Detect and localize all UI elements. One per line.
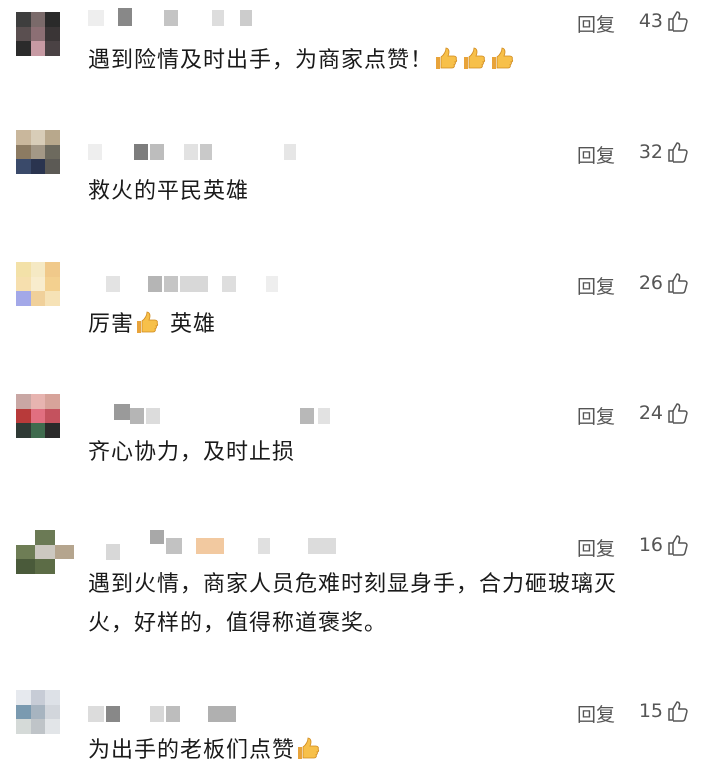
like-count: 24 (638, 402, 663, 424)
comment-text: 厉害 英雄 (88, 310, 217, 337)
comment-text: 救火的平民英雄 (88, 179, 250, 204)
thumbs-up-emoji-icon (461, 46, 487, 72)
thumbs-up-emoji-icon (134, 310, 160, 336)
comment-text: 遇到火情，商家人员危难时刻显身手，合力砸玻璃灭 火，好样的，值得称道褒奖。 (88, 572, 618, 636)
like-count: 43 (638, 10, 663, 32)
thumbs-up-outline-icon (667, 700, 689, 722)
thumbs-up-emoji-icon (433, 46, 459, 72)
thumbs-up-outline-icon (667, 272, 689, 294)
comment-text: 齐心协力，及时止损 (88, 440, 296, 465)
comment-5: 回复 16 遇到火情，商家人员危难时刻显身手，合力砸玻璃灭 火，好样的，值得称道… (0, 520, 719, 682)
like-button[interactable]: 26 (639, 272, 689, 294)
avatar[interactable] (16, 262, 60, 306)
avatar[interactable] (16, 530, 74, 574)
comment-2: 回复 32 救火的平民英雄 (0, 130, 719, 258)
avatar[interactable] (16, 690, 60, 734)
thumbs-up-outline-icon (667, 534, 689, 556)
reply-button[interactable]: 回复 (577, 534, 615, 561)
like-count: 32 (638, 141, 663, 163)
reply-button[interactable]: 回复 (577, 700, 615, 727)
like-button[interactable]: 24 (639, 402, 689, 424)
like-button[interactable]: 32 (639, 141, 689, 163)
avatar[interactable] (16, 394, 60, 438)
avatar[interactable] (16, 130, 60, 174)
comment-text: 遇到险情及时出手，为商家点赞！ (88, 44, 678, 77)
reply-button[interactable]: 回复 (577, 272, 615, 299)
thumbs-up-emoji-icon (489, 46, 515, 72)
like-button[interactable]: 15 (639, 700, 689, 722)
reply-button[interactable]: 回复 (577, 141, 615, 168)
like-button[interactable]: 16 (639, 534, 689, 556)
thumbs-up-emoji-icon (295, 736, 321, 762)
like-count: 16 (638, 534, 663, 556)
comment-6: 回复 15 为出手的老板们点赞 (0, 682, 719, 783)
comment-1: 回复 43 遇到险情及时出手，为商家点赞！ (0, 0, 719, 130)
like-count: 26 (638, 272, 663, 294)
comment-3: 回复 26 厉害 英雄 (0, 258, 719, 390)
thumbs-up-outline-icon (667, 141, 689, 163)
reply-button[interactable]: 回复 (577, 402, 615, 429)
like-button[interactable]: 43 (639, 10, 689, 32)
like-count: 15 (638, 700, 663, 722)
avatar[interactable] (16, 12, 60, 56)
thumbs-up-outline-icon (667, 402, 689, 424)
comment-4: 回复 24 齐心协力，及时止损 (0, 390, 719, 520)
reply-button[interactable]: 回复 (577, 10, 615, 37)
thumbs-up-outline-icon (667, 10, 689, 32)
comment-text: 为出手的老板们点赞 (88, 734, 678, 767)
